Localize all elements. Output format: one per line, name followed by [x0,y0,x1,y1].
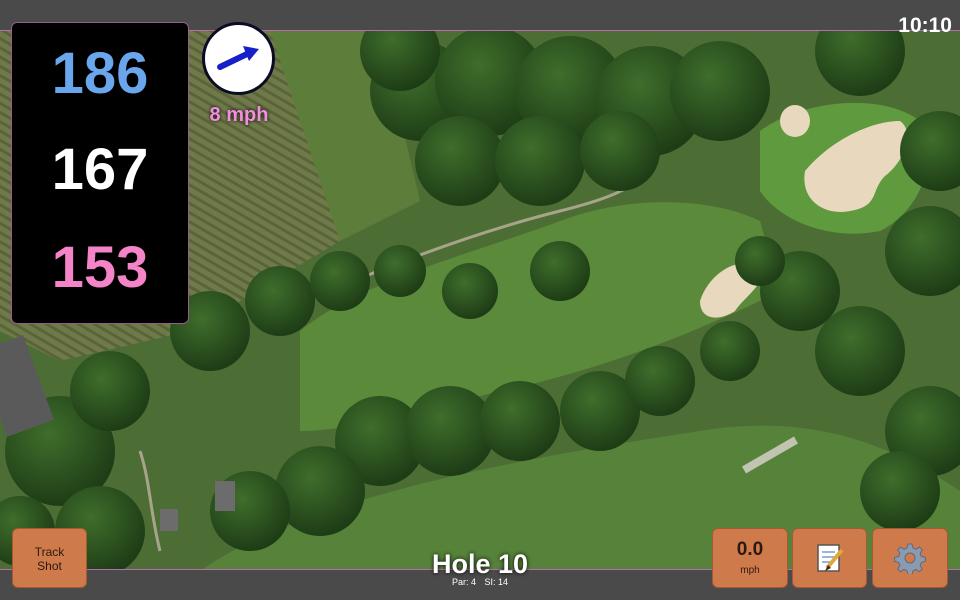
hole-title: Hole 10 [431,549,529,579]
house [215,481,235,511]
hole-stroke-index: SI: 14 [484,577,509,587]
distance-panel: 186 167 153 [11,22,189,324]
speed-unit: mph [740,565,760,576]
wind-speed-label: 8 mph [209,104,269,126]
hole-par: Par: 4 [451,577,476,587]
speed-value: 0.0 [736,539,764,560]
track-shot-label-line1: Track [34,545,65,559]
front-distance: 153 [51,235,149,300]
notes-button[interactable] [792,528,867,588]
gear-icon [894,543,926,574]
settings-button[interactable] [872,528,948,588]
track-shot-label-line2: Shot [37,559,62,573]
speed-button[interactable]: 0.0 mph [712,528,788,588]
hole-info: Par: 4 SI: 14 [400,577,560,587]
back-distance: 186 [51,41,149,106]
wind-arrow-icon [217,46,259,70]
bunker-2 [780,105,810,137]
house-2 [160,509,178,531]
clock: 10:10 [898,14,952,37]
memo-icon [816,544,844,572]
middle-distance: 167 [51,137,149,202]
track-shot-button[interactable]: Track Shot [12,528,87,588]
wind-indicator [202,22,275,95]
